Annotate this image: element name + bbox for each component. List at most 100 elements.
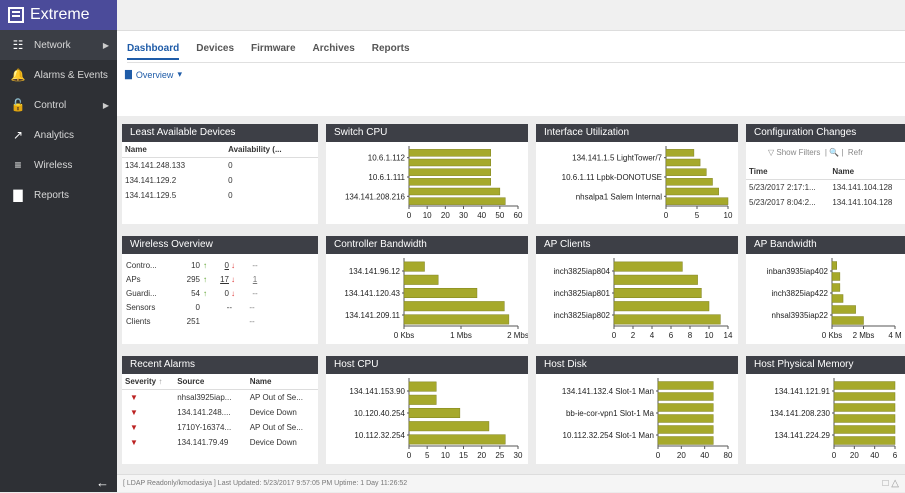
tab-reports[interactable]: Reports bbox=[372, 43, 410, 60]
chart-bar[interactable] bbox=[833, 414, 896, 423]
x-tick-label: 20 bbox=[441, 211, 450, 220]
chart-bar[interactable] bbox=[403, 261, 425, 272]
chart-bar[interactable] bbox=[665, 178, 713, 186]
chart-bar[interactable] bbox=[408, 187, 501, 196]
chart-bar[interactable] bbox=[403, 314, 510, 325]
sidebar-item-analytics[interactable]: ↗ Analytics bbox=[0, 120, 117, 150]
chart-bar[interactable] bbox=[665, 158, 701, 167]
chart-bar[interactable] bbox=[403, 287, 478, 299]
overview-row-controllers[interactable]: Contro... 10 ↑ 0 ↓ -- bbox=[122, 258, 318, 272]
chart-bar[interactable] bbox=[613, 261, 683, 272]
category-label: 10.6.1.112 bbox=[368, 154, 406, 163]
chart-bar[interactable] bbox=[408, 434, 506, 445]
chart-bar[interactable] bbox=[831, 316, 864, 325]
overview-row-guardians[interactable]: Guardi... 54 ↑ 0 ↓ -- bbox=[122, 286, 318, 300]
chart-bar[interactable] bbox=[657, 403, 714, 412]
column-header[interactable]: Availability (... bbox=[225, 142, 318, 158]
chart-bar[interactable] bbox=[833, 392, 896, 401]
tab-firmware[interactable]: Firmware bbox=[251, 43, 295, 60]
tab-archives[interactable]: Archives bbox=[313, 43, 355, 60]
chart-bar[interactable] bbox=[613, 274, 698, 285]
category-label: 10.112.32.254 bbox=[354, 431, 405, 440]
show-filters-button[interactable]: Show Filters bbox=[776, 148, 820, 157]
x-tick-label: 80 bbox=[724, 451, 733, 460]
chart-bar[interactable] bbox=[657, 436, 714, 445]
chart-bar[interactable] bbox=[831, 294, 844, 303]
chart-bar[interactable] bbox=[408, 394, 437, 405]
notification-icon[interactable]: □ △ bbox=[882, 475, 899, 493]
table-row[interactable]: 5/23/2017 8:04:2... 134.141.104.128 bbox=[746, 195, 905, 210]
chart-bar[interactable] bbox=[408, 168, 491, 176]
chart-bar[interactable] bbox=[613, 301, 710, 312]
table-row[interactable]: ▼ 134.141.248.... Device Down bbox=[122, 405, 318, 420]
x-tick-label: 50 bbox=[495, 211, 504, 220]
column-header[interactable]: Time bbox=[746, 164, 830, 180]
chart-bar[interactable] bbox=[833, 436, 896, 445]
chart-bar[interactable] bbox=[613, 287, 702, 299]
tab-dashboard[interactable]: Dashboard bbox=[127, 43, 180, 60]
category-label: inch3825iap804 bbox=[554, 267, 611, 276]
table-row[interactable]: 5/23/2017 2:17:1... 134.141.104.128 bbox=[746, 180, 905, 196]
chart-bar[interactable] bbox=[408, 158, 491, 167]
column-header[interactable]: Name bbox=[829, 164, 905, 180]
bar-chart-icon: ▇ bbox=[125, 69, 132, 79]
chart-bar[interactable] bbox=[831, 283, 841, 292]
chart-bar[interactable] bbox=[657, 392, 714, 401]
collapse-sidebar-icon[interactable]: ← bbox=[96, 475, 109, 490]
sidebar-item-control[interactable]: 🔓 Control ▶ bbox=[0, 90, 117, 120]
chart-bar[interactable] bbox=[408, 178, 491, 186]
panel-title: Recent Alarms bbox=[122, 356, 318, 374]
brand-logo[interactable]: Extreme bbox=[0, 0, 117, 30]
chart-bar[interactable] bbox=[403, 274, 439, 285]
chart-bar[interactable] bbox=[408, 421, 490, 432]
overview-row-clients[interactable]: Clients 251 -- bbox=[122, 314, 318, 328]
chart-bar[interactable] bbox=[665, 187, 719, 196]
column-header[interactable]: Name bbox=[122, 142, 226, 158]
chart-bar[interactable] bbox=[831, 305, 856, 314]
chart-bar[interactable] bbox=[657, 414, 714, 423]
chart-bar[interactable] bbox=[665, 197, 729, 205]
sidebar-item-network[interactable]: ☷ Network ▶ bbox=[0, 30, 117, 60]
x-tick-label: 2 Mbs bbox=[853, 331, 875, 340]
chart-bar[interactable] bbox=[657, 425, 714, 434]
table-row[interactable]: ▼ 134.141.79.49 Device Down bbox=[122, 435, 318, 450]
chart-bar[interactable] bbox=[831, 261, 837, 270]
chart-bar[interactable] bbox=[408, 197, 506, 205]
sidebar-item-reports[interactable]: ▇ Reports bbox=[0, 180, 117, 210]
table-row[interactable]: ▼ nhsal3925iap... AP Out of Se... bbox=[122, 390, 318, 406]
x-tick-label: 0 bbox=[407, 451, 412, 460]
table-row[interactable]: 134.141.129.5 0 bbox=[122, 188, 318, 203]
column-header[interactable]: Name bbox=[246, 374, 318, 390]
chart-bar[interactable] bbox=[403, 301, 505, 312]
column-header[interactable]: Source bbox=[174, 374, 247, 390]
status-bar: [ LDAP Readonly/kmodasiya ] Last Updated… bbox=[117, 474, 905, 492]
chart-bar[interactable] bbox=[408, 149, 491, 157]
table-row[interactable]: 134.141.248.133 0 bbox=[122, 158, 318, 174]
chart-bar[interactable] bbox=[665, 149, 695, 157]
category-label: 134.141.208.230 bbox=[770, 409, 831, 418]
chart-bar[interactable] bbox=[657, 381, 714, 390]
chart-bar[interactable] bbox=[833, 403, 896, 412]
panel-title: Host Physical Memory bbox=[746, 356, 905, 374]
chart-bar[interactable] bbox=[408, 381, 437, 392]
refresh-button[interactable]: Refr bbox=[848, 148, 863, 157]
chart-bar[interactable] bbox=[831, 272, 841, 281]
chart-bar[interactable] bbox=[408, 407, 461, 419]
table-row[interactable]: ▼ 1710Y-16374... AP Out of Se... bbox=[122, 420, 318, 435]
chart-bar[interactable] bbox=[833, 381, 896, 390]
column-header[interactable]: Severity ↑ bbox=[122, 374, 175, 390]
recent-alarms-table: Severity ↑ Source Name ▼ nhsal3925iap... A… bbox=[122, 374, 318, 450]
chart-bar[interactable] bbox=[833, 425, 896, 434]
overview-row-aps[interactable]: APs 295 ↑ 17 ↓ 1 bbox=[122, 272, 318, 286]
tab-devices[interactable]: Devices bbox=[196, 43, 234, 60]
chart-bar[interactable] bbox=[665, 168, 707, 176]
view-select[interactable]: ▇ Overview ▾ bbox=[125, 69, 182, 80]
search-icon[interactable]: 🔍 bbox=[829, 148, 839, 157]
category-label: 134.141.121.91 bbox=[774, 387, 830, 396]
chart-bar[interactable] bbox=[613, 314, 721, 325]
interface-utilization-chart: 134.141.1.5 LightTower/7 10.6.1.11 Lpbk-D… bbox=[562, 146, 733, 220]
sidebar-item-wireless[interactable]: ≡ Wireless bbox=[0, 150, 117, 180]
overview-row-sensors[interactable]: Sensors 0 -- -- bbox=[122, 300, 318, 314]
sidebar-item-alarms[interactable]: 🔔 Alarms & Events bbox=[0, 60, 117, 90]
table-row[interactable]: 134.141.129.2 0 bbox=[122, 173, 318, 188]
